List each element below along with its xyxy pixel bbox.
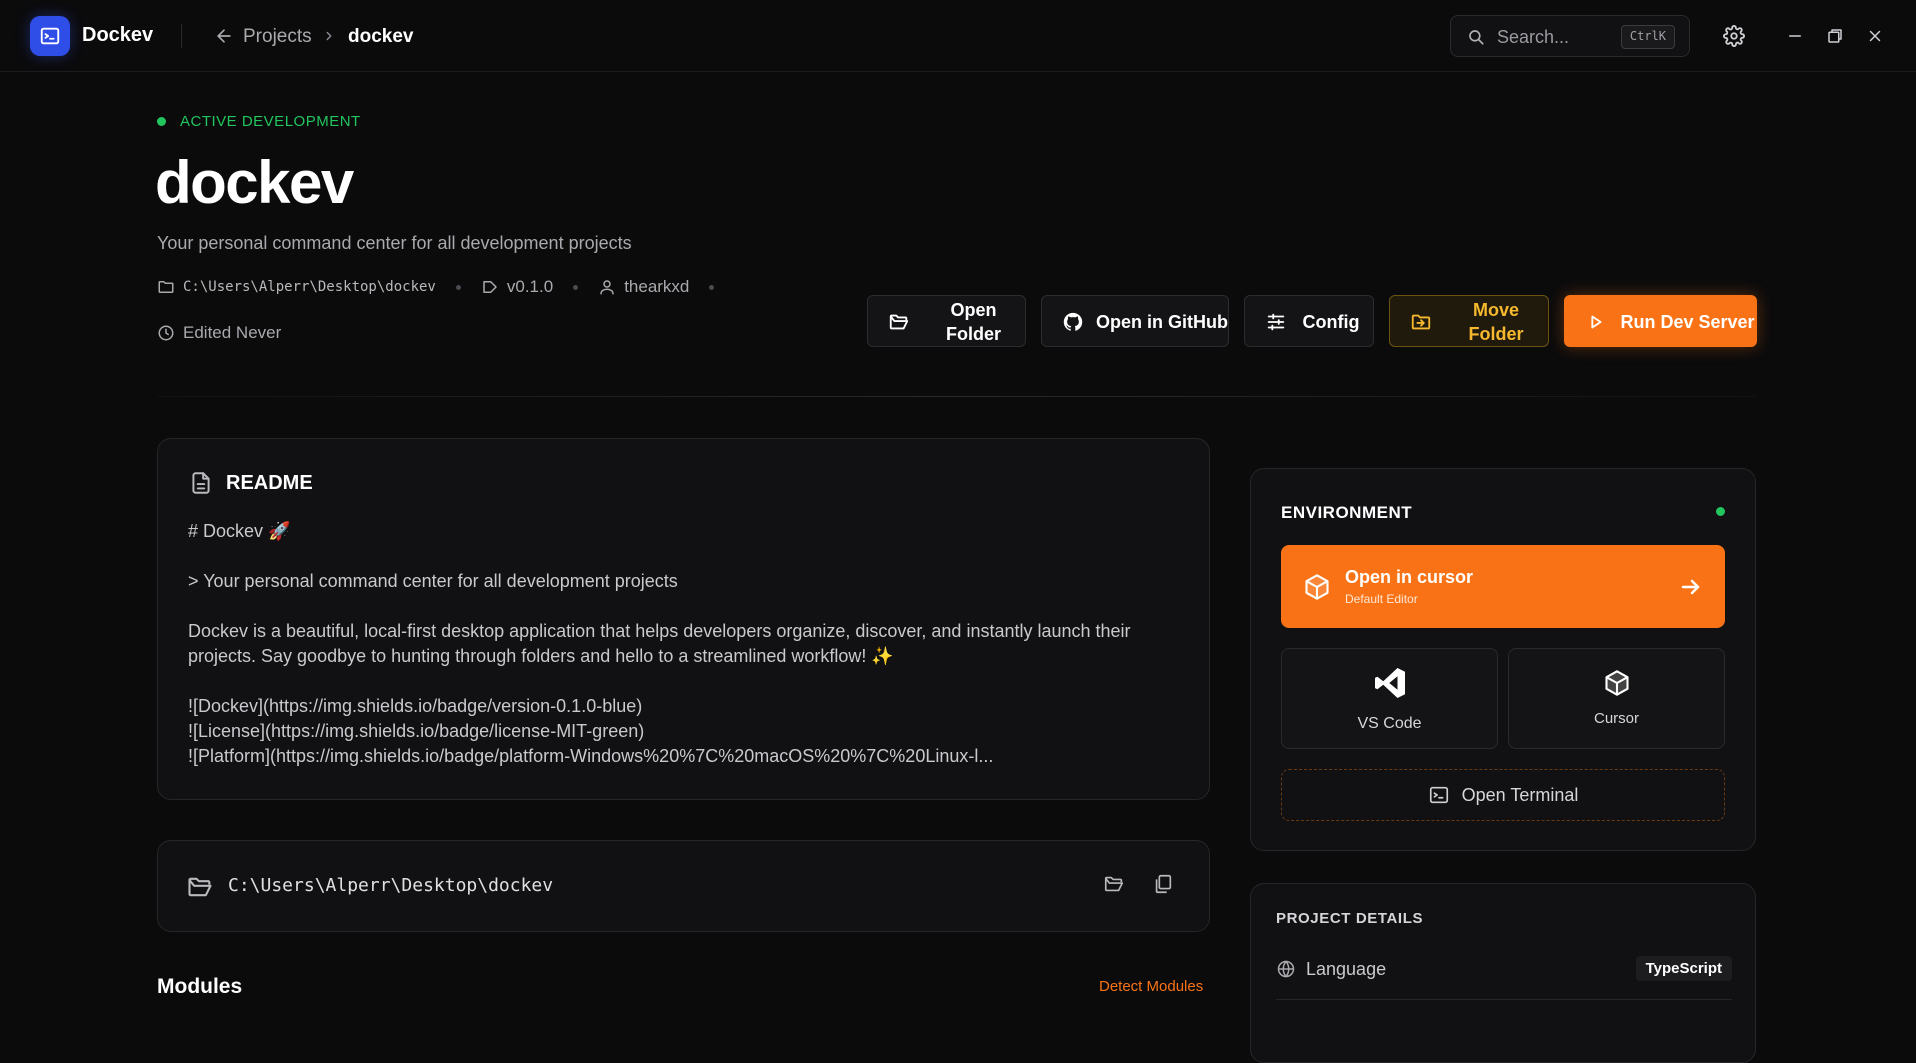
project-meta: C:\Users\Alperr\Desktop\dockev v0.1.0 th… (157, 277, 734, 297)
open-terminal-label: Open Terminal (1461, 784, 1579, 805)
folder-icon (157, 278, 175, 296)
play-icon (1585, 311, 1607, 333)
meta-separator (455, 284, 461, 290)
cursor-button[interactable]: Cursor (1508, 648, 1725, 749)
path-card: C:\Users\Alperr\Desktop\dockev (157, 840, 1210, 932)
chevron-right-icon (322, 29, 336, 43)
status-badge: ACTIVE DEVELOPMENT (157, 113, 361, 130)
meta-path-text: C:\Users\Alperr\Desktop\dockev (183, 279, 436, 295)
meta-author: thearkxd (598, 277, 689, 297)
search-box[interactable]: Search... CtrlK (1450, 15, 1690, 57)
edited-info: Edited Never (157, 323, 281, 343)
copy-icon[interactable] (1152, 873, 1174, 895)
readme-line: ![Dockev](https://img.shields.io/badge/v… (188, 696, 643, 716)
sliders-icon (1265, 311, 1287, 333)
maximize-icon[interactable] (1826, 27, 1844, 45)
move-folder-label: Move Folder (1468, 300, 1524, 344)
readme-line: # Dockev 🚀 (188, 521, 291, 541)
environment-title: ENVIRONMENT (1281, 503, 1413, 522)
user-icon (598, 278, 616, 296)
divider (181, 24, 182, 48)
meta-separator (573, 284, 579, 290)
vscode-icon (1372, 665, 1408, 701)
run-dev-server-label: Run Dev Server (1620, 312, 1755, 332)
search-placeholder: Search... (1497, 27, 1570, 47)
project-path: C:\Users\Alperr\Desktop\dockev (228, 875, 554, 896)
clock-icon (157, 324, 175, 342)
run-dev-server-button[interactable]: Run Dev Server (1564, 295, 1757, 347)
detail-key: Language (1306, 959, 1387, 979)
project-details-title: PROJECT DETAILS (1276, 910, 1424, 927)
close-icon[interactable] (1866, 27, 1884, 45)
page-title: dockev (155, 149, 354, 216)
app-name: Dockev (82, 24, 154, 46)
readme-line: ![Platform](https://img.shields.io/badge… (188, 746, 994, 766)
gear-icon[interactable] (1723, 25, 1745, 47)
arrow-right-icon (1679, 575, 1703, 599)
modules-heading: Modules (157, 975, 243, 998)
readme-line: > Your personal command center for all d… (188, 571, 678, 591)
readme-card: README # Dockev 🚀 > Your personal comman… (157, 438, 1210, 800)
environment-card: ENVIRONMENT Open in cursor Default Edito… (1250, 468, 1756, 851)
folder-open-icon (888, 311, 910, 333)
detail-row-language: Language TypeScript (1276, 956, 1732, 1000)
cube-icon (1303, 573, 1331, 601)
open-terminal-button[interactable]: Open Terminal (1281, 769, 1725, 821)
open-folder-button[interactable]: Open Folder (867, 295, 1026, 347)
github-icon (1062, 311, 1084, 333)
cube-icon (1603, 669, 1631, 697)
project-description: Your personal command center for all dev… (157, 233, 632, 253)
config-label: Config (1302, 312, 1360, 332)
move-folder-button[interactable]: Move Folder (1389, 295, 1549, 347)
language-badge: TypeScript (1635, 956, 1732, 981)
meta-author-text: thearkxd (624, 277, 690, 296)
minimize-icon[interactable] (1786, 27, 1804, 45)
terminal-icon (1428, 784, 1450, 806)
search-shortcut-badge: CtrlK (1620, 25, 1675, 49)
folder-open-icon (185, 873, 215, 901)
readme-line: ![License](https://img.shields.io/badge/… (188, 721, 645, 741)
cursor-label: Cursor (1593, 710, 1639, 727)
readme-line: Dockev is a beautiful, local-first deskt… (188, 621, 1131, 666)
readme-title: README (226, 471, 313, 494)
breadcrumb-current: dockev (348, 26, 414, 47)
edited-text: Edited Never (183, 323, 282, 342)
open-in-cursor-button[interactable]: Open in cursor Default Editor (1281, 545, 1725, 628)
open-github-button[interactable]: Open in GitHub (1041, 295, 1229, 347)
back-arrow-icon[interactable] (214, 26, 234, 46)
project-details-card: PROJECT DETAILS Language TypeScript (1250, 883, 1756, 1063)
title-bar: Dockev Projects dockev Search... CtrlK (0, 0, 1916, 72)
tag-icon (481, 278, 499, 296)
primary-editor-sub: Default Editor (1345, 592, 1418, 606)
breadcrumb-projects[interactable]: Projects (243, 26, 312, 48)
app-logo-icon[interactable] (30, 16, 70, 56)
status-dot (157, 117, 166, 126)
open-folder-label: Open Folder (945, 300, 1001, 344)
primary-editor-name: Open in cursor (1345, 567, 1474, 587)
readme-header: README (188, 470, 313, 496)
file-text-icon (188, 470, 214, 496)
globe-icon (1276, 959, 1296, 979)
readme-content: # Dockev 🚀 > Your personal command cente… (188, 519, 1188, 769)
meta-path: C:\Users\Alperr\Desktop\dockev (157, 278, 436, 296)
open-folder-icon[interactable] (1103, 873, 1125, 895)
folder-move-icon (1410, 311, 1432, 333)
meta-separator (709, 284, 715, 290)
detect-modules-link[interactable]: Detect Modules (1099, 978, 1203, 995)
search-icon (1467, 28, 1485, 46)
environment-status-dot (1716, 507, 1725, 516)
vscode-label: VS Code (1357, 715, 1422, 732)
open-github-label: Open in GitHub (1096, 312, 1228, 332)
meta-version: v0.1.0 (481, 277, 553, 297)
status-text: ACTIVE DEVELOPMENT (180, 113, 361, 130)
header-divider (157, 396, 1757, 397)
config-button[interactable]: Config (1244, 295, 1374, 347)
vscode-button[interactable]: VS Code (1281, 648, 1498, 749)
meta-version-text: v0.1.0 (506, 277, 554, 296)
